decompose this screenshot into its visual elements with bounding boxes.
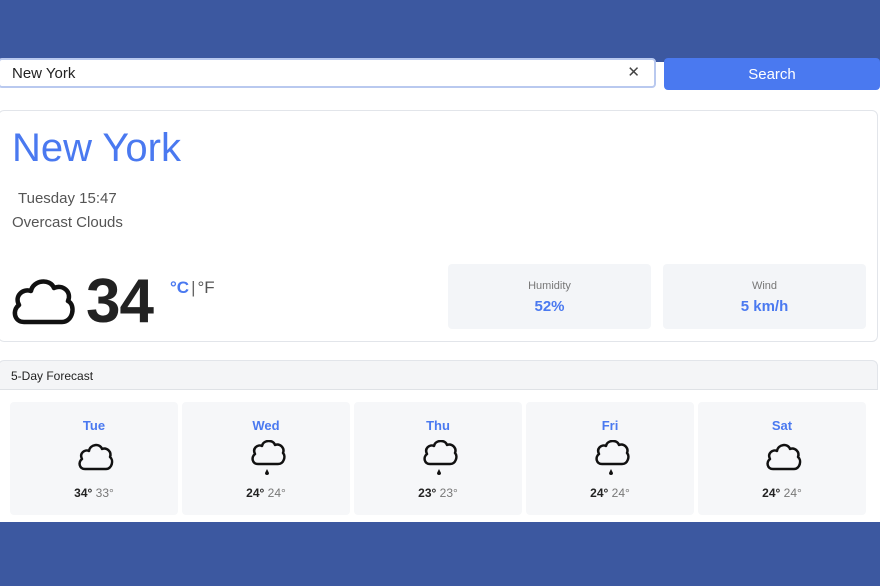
forecast-high: 24° — [590, 486, 609, 500]
humidity-value: 52% — [534, 298, 565, 315]
forecast-day-name: Wed — [252, 418, 280, 433]
city-name: New York — [12, 126, 181, 170]
rain-drop-cloud-icon — [251, 440, 286, 475]
unit-separator: | — [191, 278, 196, 297]
forecast-low: 24° — [783, 486, 802, 500]
forecast-temps: 34° 33° — [10, 486, 178, 500]
temperature-value: 34 — [86, 267, 154, 336]
forecast-high: 23° — [418, 486, 437, 500]
cloud-icon — [78, 443, 114, 471]
cloud-icon — [12, 279, 75, 325]
search-button[interactable]: Search — [664, 58, 880, 90]
forecast-day-card: Fri 24° 24° — [526, 402, 694, 515]
forecast-day-name: Sat — [771, 418, 793, 433]
forecast-header: 5-Day Forecast — [0, 360, 878, 390]
humidity-box: Humidity 52% — [448, 264, 651, 329]
weather-app: ✕ Search New York Tuesday 15:47 Overcast… — [0, 58, 880, 522]
forecast-high: 24° — [762, 486, 781, 500]
forecast-title: 5-Day Forecast — [11, 369, 94, 383]
forecast-low: 33° — [95, 486, 114, 500]
forecast-high: 24° — [246, 486, 265, 500]
cloud-icon — [766, 443, 802, 471]
fahrenheit-toggle[interactable]: °F — [198, 278, 215, 297]
unit-toggle: °C | °F — [170, 278, 215, 298]
forecast-low: 24° — [267, 486, 286, 500]
clear-icon[interactable]: ✕ — [627, 63, 640, 81]
date-time: Tuesday 15:47 — [18, 190, 117, 207]
search-bar: ✕ Search — [0, 58, 880, 92]
forecast-temps: 24° 24° — [526, 486, 694, 500]
forecast-low: 23° — [439, 486, 458, 500]
forecast-day-card: Tue 34° 33° — [10, 402, 178, 515]
forecast-day-card: Wed 24° 24° — [182, 402, 350, 515]
forecast-high: 34° — [74, 486, 93, 500]
forecast-day-name: Fri — [601, 418, 619, 433]
forecast-temps: 24° 24° — [698, 486, 866, 500]
forecast-day-card: Thu 23° 23° — [354, 402, 522, 515]
forecast-grid: Tue 34° 33° Wed 24° 24° Thu 23° 23° Fri — [0, 392, 880, 522]
rain-drop-cloud-icon — [423, 440, 458, 475]
rain-drop-cloud-icon — [595, 440, 630, 475]
wind-box: Wind 5 km/h — [663, 264, 866, 329]
forecast-temps: 23° 23° — [354, 486, 522, 500]
forecast-low: 24° — [611, 486, 630, 500]
wind-label: Wind — [751, 280, 778, 292]
search-box: ✕ — [0, 58, 656, 88]
celsius-toggle[interactable]: °C — [170, 278, 189, 297]
wind-value: 5 km/h — [740, 298, 789, 315]
forecast-day-name: Tue — [82, 418, 106, 433]
humidity-label: Humidity — [528, 280, 571, 292]
forecast-day-card: Sat 24° 24° — [698, 402, 866, 515]
search-input[interactable] — [12, 63, 612, 83]
forecast-day-name: Thu — [426, 418, 450, 433]
forecast-temps: 24° 24° — [182, 486, 350, 500]
weather-description: Overcast Clouds — [12, 214, 123, 231]
